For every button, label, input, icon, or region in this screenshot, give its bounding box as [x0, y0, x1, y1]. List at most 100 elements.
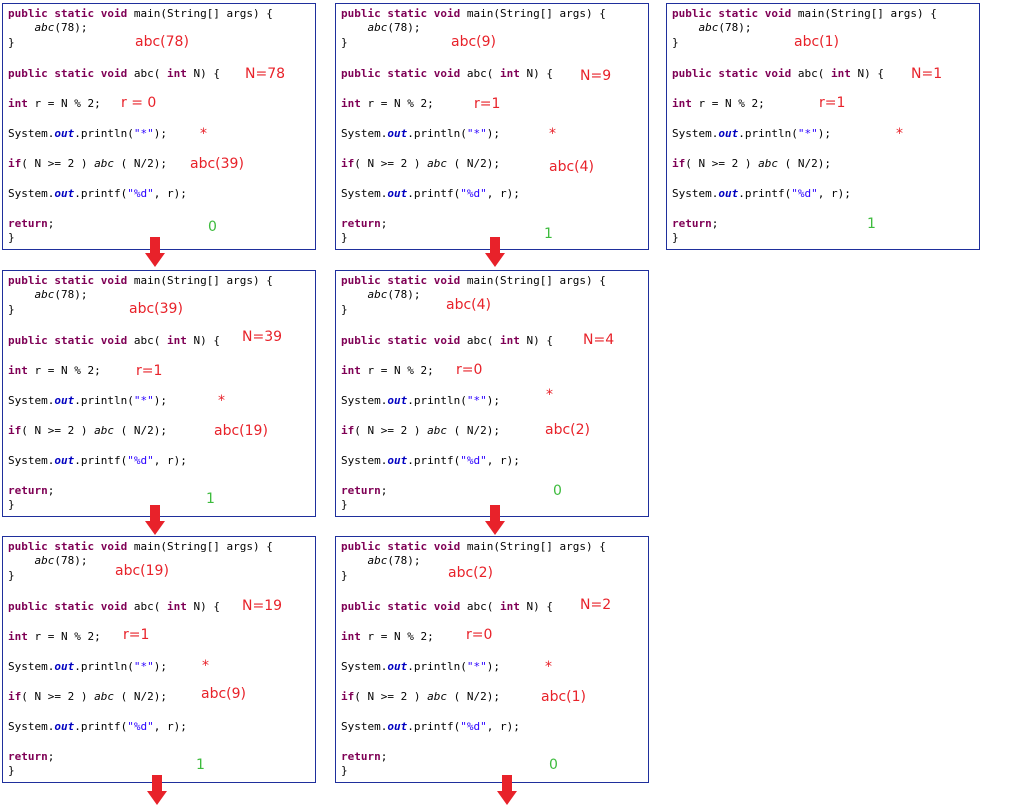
if-line: if( N >= 2 ) abc ( N/2); [341, 424, 500, 437]
call-annotation: abc(4) [446, 297, 491, 313]
r-annotation: r=1 [136, 363, 163, 379]
abc-close-brace: } [672, 231, 679, 244]
call-annotation: abc(9) [451, 34, 496, 50]
printf-line: System.out.printf("%d", r); [341, 454, 520, 467]
abc-signature: public static void abc( int N) { [8, 334, 220, 347]
result-annotation: 0 [553, 483, 562, 499]
recurse-annotation: abc(4) [549, 159, 594, 175]
n-annotation: N=78 [245, 66, 286, 82]
main-signature: public static void main(String[] args) { [8, 7, 273, 20]
printf-line: System.out.printf("%d", r); [341, 720, 520, 733]
return-line: return; [341, 750, 388, 763]
abc-signature: public static void abc( int N) { [341, 600, 553, 613]
star-annotation: * [546, 387, 553, 403]
println-line: System.out.println("*"); [341, 394, 500, 407]
printf-line: System.out.printf("%d", r); [8, 720, 187, 733]
result-annotation: 0 [208, 219, 217, 235]
println-line: System.out.println("*"); [672, 127, 831, 140]
return-line: return; [341, 217, 388, 230]
star-annotation: * [202, 658, 209, 674]
code-panel-4: public static void main(String[] args) {… [2, 270, 316, 517]
if-line: if( N >= 2 ) abc ( N/2); [8, 157, 167, 170]
result-annotation: 0 [549, 757, 558, 773]
recurse-annotation: abc(9) [201, 686, 246, 702]
n-annotation: N=9 [580, 68, 612, 84]
abc-close-brace: } [341, 498, 348, 511]
n-annotation: N=19 [242, 598, 283, 614]
down-arrow-icon [145, 237, 165, 267]
main-signature: public static void main(String[] args) { [341, 274, 606, 287]
return-line: return; [672, 217, 719, 230]
main-call: abc(78); [698, 21, 752, 34]
abc-signature: public static void abc( int N) { [8, 67, 220, 80]
result-annotation: 1 [544, 226, 553, 242]
main-call: abc(78); [367, 288, 421, 301]
println-line: System.out.println("*"); [341, 660, 500, 673]
abc-close-brace: } [8, 231, 15, 244]
main-close-brace: } [8, 303, 15, 316]
down-arrow-icon [485, 505, 505, 535]
star-annotation: * [549, 126, 556, 142]
return-line: return; [8, 750, 55, 763]
r-annotation: r=1 [123, 627, 150, 643]
abc-close-brace: } [341, 764, 348, 777]
r-annotation: r=1 [819, 95, 846, 111]
code-panel-6: public static void main(String[] args) {… [2, 536, 316, 783]
main-signature: public static void main(String[] args) { [672, 7, 937, 20]
main-signature: public static void main(String[] args) { [8, 274, 273, 287]
main-close-brace: } [8, 36, 15, 49]
printf-line: System.out.printf("%d", r); [8, 454, 187, 467]
return-line: return; [8, 217, 55, 230]
code-panel-5: public static void main(String[] args) {… [335, 270, 649, 517]
n-annotation: N=4 [583, 332, 615, 348]
modulo-line: int r = N % 2; [8, 97, 101, 110]
main-signature: public static void main(String[] args) { [8, 540, 273, 553]
printf-line: System.out.printf("%d", r); [341, 187, 520, 200]
modulo-line: int r = N % 2; [8, 630, 101, 643]
recurse-annotation: abc(39) [190, 156, 244, 172]
println-line: System.out.println("*"); [8, 394, 167, 407]
star-annotation: * [896, 126, 903, 142]
r-annotation: r=0 [466, 627, 493, 643]
if-line: if( N >= 2 ) abc ( N/2); [8, 424, 167, 437]
code-panel-2: public static void main(String[] args) {… [335, 3, 649, 250]
return-line: return; [341, 484, 388, 497]
r-annotation: r=0 [456, 362, 483, 378]
call-annotation: abc(19) [115, 563, 169, 579]
result-annotation: 1 [206, 491, 215, 507]
modulo-line: int r = N % 2; [341, 630, 434, 643]
call-annotation: abc(1) [794, 34, 839, 50]
abc-close-brace: } [341, 231, 348, 244]
println-line: System.out.println("*"); [8, 660, 167, 673]
code-panel-1: public static void main(String[] args) {… [2, 3, 316, 250]
call-annotation: abc(2) [448, 565, 493, 581]
n-annotation: N=39 [242, 329, 283, 345]
abc-signature: public static void abc( int N) { [672, 67, 884, 80]
modulo-line: int r = N % 2; [341, 364, 434, 377]
down-arrow-icon [147, 775, 167, 805]
code-panel-3: public static void main(String[] args) {… [666, 3, 980, 250]
recurse-annotation: abc(19) [214, 423, 268, 439]
modulo-line: int r = N % 2; [8, 364, 101, 377]
down-arrow-icon [145, 505, 165, 535]
if-line: if( N >= 2 ) abc ( N/2); [672, 157, 831, 170]
main-call: abc(78); [367, 21, 421, 34]
n-annotation: N=2 [580, 597, 612, 613]
recurse-annotation: abc(2) [545, 422, 590, 438]
modulo-line: int r = N % 2; [341, 97, 434, 110]
abc-signature: public static void abc( int N) { [341, 67, 553, 80]
main-signature: public static void main(String[] args) { [341, 7, 606, 20]
main-call: abc(78); [34, 21, 88, 34]
if-line: if( N >= 2 ) abc ( N/2); [341, 157, 500, 170]
abc-signature: public static void abc( int N) { [341, 334, 553, 347]
if-line: if( N >= 2 ) abc ( N/2); [8, 690, 167, 703]
code-panel-7: public static void main(String[] args) {… [335, 536, 649, 783]
modulo-line: int r = N % 2; [672, 97, 765, 110]
n-annotation: N=1 [911, 66, 943, 82]
main-call: abc(78); [367, 554, 421, 567]
star-annotation: * [545, 659, 552, 675]
printf-line: System.out.printf("%d", r); [672, 187, 851, 200]
abc-close-brace: } [8, 764, 15, 777]
recurse-annotation: abc(1) [541, 689, 586, 705]
return-line: return; [8, 484, 55, 497]
